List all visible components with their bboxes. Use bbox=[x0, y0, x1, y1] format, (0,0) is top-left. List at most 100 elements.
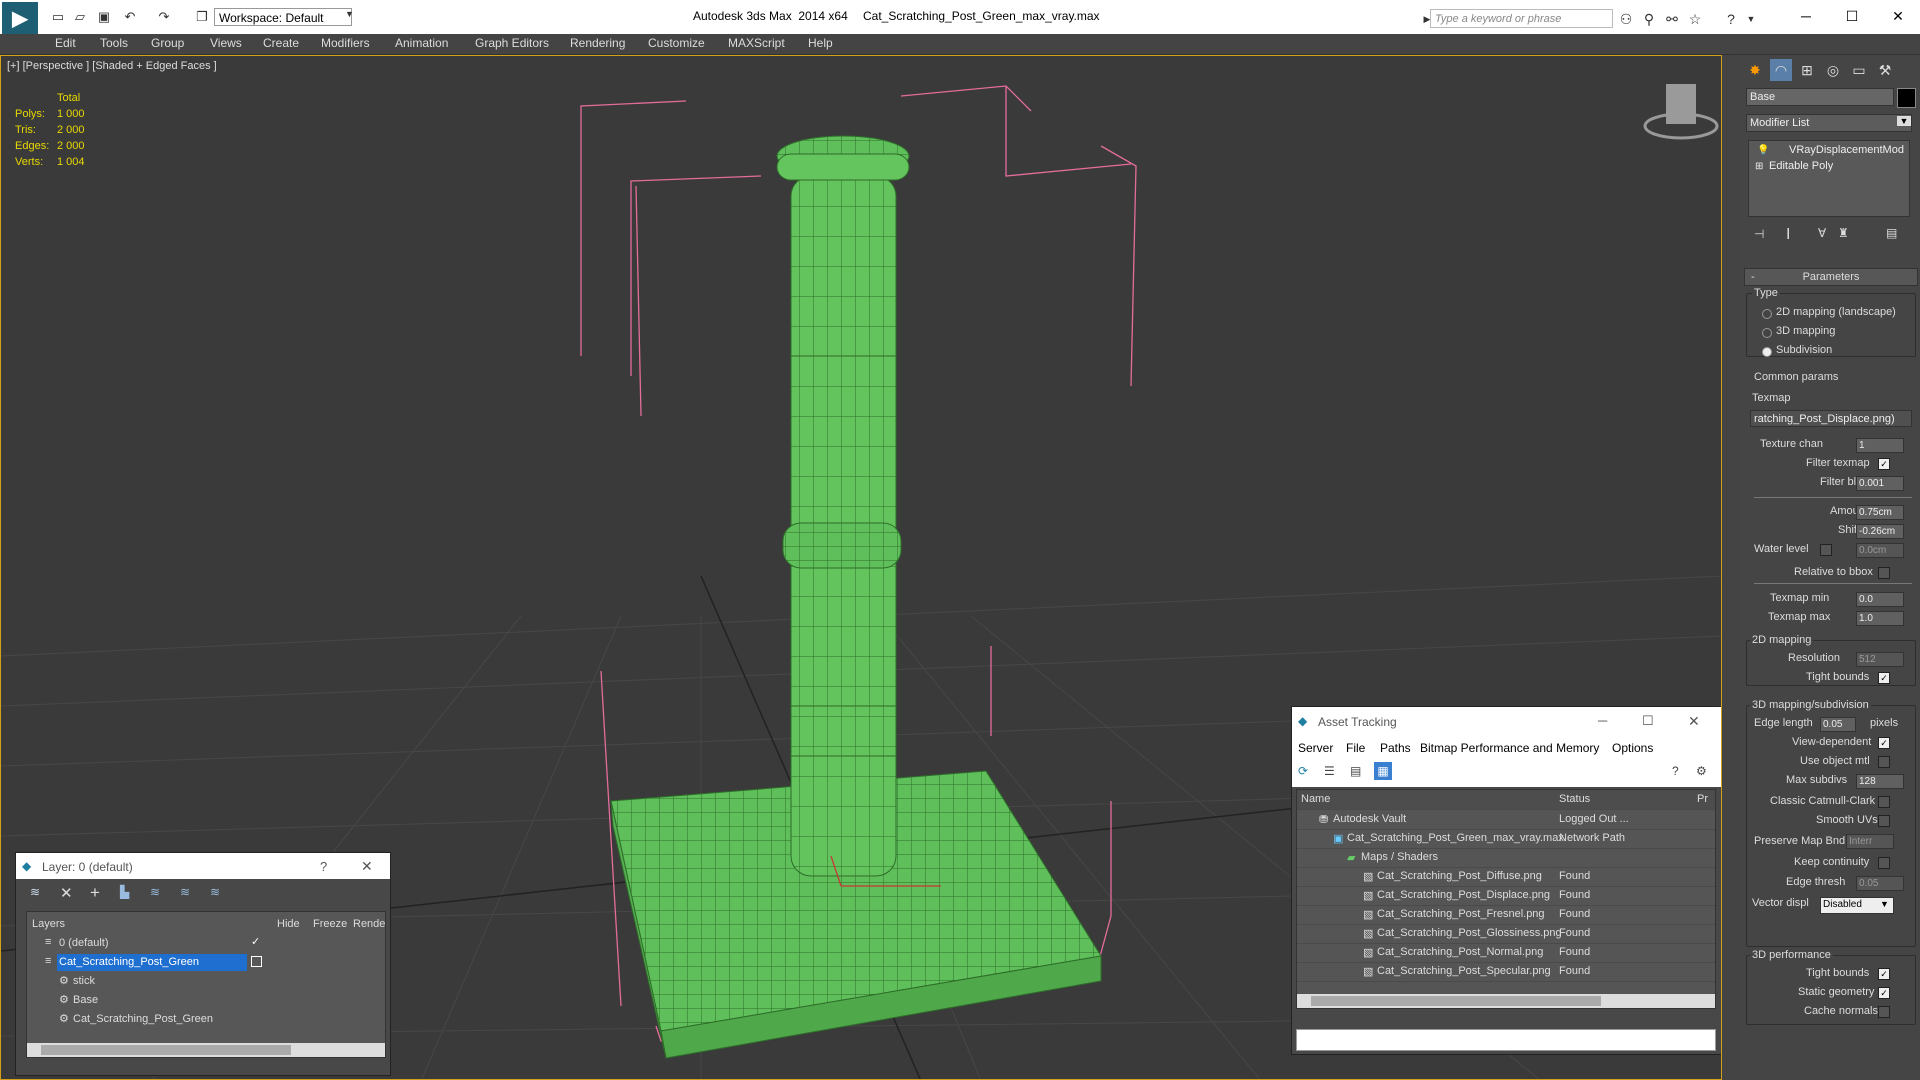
column-header-freeze[interactable]: Freeze bbox=[313, 918, 347, 930]
menu-bitmap-performance[interactable]: Bitmap Performance and Memory bbox=[1420, 741, 1599, 755]
asset-window-titlebar[interactable]: ◆ Asset Tracking ─ ☐ ✕ bbox=[1292, 707, 1721, 737]
hierarchy-tab-icon[interactable]: ⊞ bbox=[1796, 59, 1818, 81]
object-color-swatch[interactable] bbox=[1897, 88, 1916, 108]
column-header-render[interactable]: Rende bbox=[353, 918, 385, 930]
search-input[interactable]: Type a keyword or phrase bbox=[1430, 9, 1613, 28]
menu-customize[interactable]: Customize bbox=[648, 36, 705, 50]
asset-row[interactable]: ▧ Cat_Scratching_Post_Displace.png Found bbox=[1297, 886, 1715, 906]
radio-subdivision[interactable] bbox=[1762, 347, 1772, 357]
column-header-proxy[interactable]: Pr bbox=[1697, 793, 1708, 805]
radio-2d-mapping[interactable] bbox=[1762, 309, 1772, 319]
close-icon[interactable]: ✕ bbox=[1688, 713, 1700, 730]
modifier-stack-item[interactable]: ⊞ Editable Poly bbox=[1749, 159, 1909, 174]
close-icon[interactable]: ✕ bbox=[361, 858, 373, 875]
lightbulb-icon[interactable]: 💡 bbox=[1757, 143, 1769, 158]
minimize-button[interactable]: ─ bbox=[1788, 4, 1824, 28]
column-header-status[interactable]: Status bbox=[1559, 793, 1590, 805]
static-geometry-checkbox[interactable]: ✓ bbox=[1878, 987, 1890, 999]
resolution-spinner[interactable]: 512 bbox=[1856, 652, 1904, 667]
filter-blur-spinner[interactable]: 0.001 bbox=[1856, 476, 1904, 491]
texmap-min-spinner[interactable]: 0.0 bbox=[1856, 592, 1904, 607]
menu-rendering[interactable]: Rendering bbox=[570, 36, 625, 50]
maximize-button[interactable]: ☐ bbox=[1642, 713, 1654, 729]
create-tab-icon[interactable]: ✸ bbox=[1744, 59, 1766, 81]
refresh-icon[interactable]: ⟳ bbox=[1298, 764, 1308, 778]
open-file-icon[interactable]: ▱ bbox=[72, 9, 88, 25]
help-icon[interactable]: ? bbox=[1672, 764, 1679, 778]
asset-row[interactable]: ▧ Cat_Scratching_Post_Glossiness.png Fou… bbox=[1297, 924, 1715, 944]
layer-row[interactable]: ≡ Cat_Scratching_Post_Green bbox=[27, 953, 385, 972]
make-unique-icon[interactable]: ∀ bbox=[1818, 226, 1826, 240]
new-layer-icon[interactable]: ≋ bbox=[30, 885, 40, 899]
tight-bounds-checkbox[interactable]: ✓ bbox=[1878, 672, 1890, 684]
menu-server[interactable]: Server bbox=[1298, 741, 1333, 755]
menu-paths[interactable]: Paths bbox=[1380, 741, 1411, 755]
amount-spinner[interactable]: 0.75cm bbox=[1856, 505, 1904, 520]
asset-row[interactable]: ▧ Cat_Scratching_Post_Normal.png Found bbox=[1297, 943, 1715, 963]
menu-edit[interactable]: Edit bbox=[55, 36, 76, 50]
modifier-list-dropdown[interactable]: Modifier List bbox=[1746, 114, 1912, 132]
asset-row[interactable]: ⛃ Autodesk Vault Logged Out ... bbox=[1297, 810, 1715, 830]
cache-normals-checkbox[interactable] bbox=[1878, 1006, 1890, 1018]
list-view-icon[interactable]: ☰ bbox=[1324, 764, 1335, 778]
modifier-stack-item[interactable]: 💡 VRayDisplacementMod bbox=[1749, 143, 1909, 158]
show-end-result-icon[interactable]: Ⅰ bbox=[1786, 225, 1790, 243]
close-button[interactable]: ✕ bbox=[1880, 4, 1916, 28]
viewport-label[interactable]: [+] [Perspective ] [Shaded + Edged Faces… bbox=[7, 60, 217, 72]
checkmark-icon[interactable]: ✓ bbox=[251, 935, 260, 948]
asset-row[interactable]: ▧ Cat_Scratching_Post_Diffuse.png Found bbox=[1297, 867, 1715, 887]
subscription-icon[interactable]: ⚲ bbox=[1640, 10, 1658, 28]
layer-row[interactable]: ≡ 0 (default) ✓ bbox=[27, 934, 385, 953]
asset-row[interactable]: ▰ Maps / Shaders bbox=[1297, 848, 1715, 868]
workspace-dropdown[interactable]: Workspace: Default bbox=[214, 8, 352, 26]
texture-chan-spinner[interactable]: 1 bbox=[1856, 438, 1904, 453]
menu-graph-editors[interactable]: Graph Editors bbox=[475, 36, 549, 50]
radio-3d-mapping[interactable] bbox=[1762, 328, 1772, 338]
pin-stack-icon[interactable]: ⊣ bbox=[1754, 227, 1764, 241]
minimize-button[interactable]: ─ bbox=[1598, 713, 1607, 728]
texmap-max-spinner[interactable]: 1.0 bbox=[1856, 611, 1904, 626]
help-button[interactable]: ? bbox=[320, 859, 327, 874]
asset-row[interactable]: ▧ Cat_Scratching_Post_Specular.png Found bbox=[1297, 962, 1715, 982]
motion-tab-icon[interactable]: ◎ bbox=[1822, 59, 1844, 81]
utilities-tab-icon[interactable]: ⚒ bbox=[1874, 59, 1896, 81]
horizontal-scrollbar[interactable] bbox=[1297, 994, 1715, 1008]
select-objects-icon[interactable]: ▙ bbox=[120, 885, 129, 899]
menu-modifiers[interactable]: Modifiers bbox=[321, 36, 370, 50]
classic-catmull-checkbox[interactable] bbox=[1878, 796, 1890, 808]
layer-row[interactable]: ⚙ stick bbox=[27, 972, 385, 991]
layer-row[interactable]: ⚙ Cat_Scratching_Post_Green bbox=[27, 1010, 385, 1029]
display-tab-icon[interactable]: ▭ bbox=[1848, 59, 1870, 81]
layer-row[interactable]: ⚙ Base bbox=[27, 991, 385, 1010]
edge-length-spinner[interactable]: 0.05 bbox=[1820, 717, 1856, 732]
column-header-layers[interactable]: Layers bbox=[32, 918, 65, 930]
communication-icon[interactable]: ⚯ bbox=[1663, 10, 1681, 28]
freeze-all-icon[interactable]: ≋ bbox=[210, 885, 220, 899]
hide-all-icon[interactable]: ≋ bbox=[180, 885, 190, 899]
new-file-icon[interactable]: ▭ bbox=[50, 9, 66, 25]
water-level-spinner[interactable]: 0.0cm bbox=[1856, 543, 1904, 558]
modify-tab-icon[interactable]: ◠ bbox=[1770, 59, 1792, 81]
smooth-uvs-checkbox[interactable] bbox=[1878, 815, 1890, 827]
parameters-rollout-header[interactable]: - Parameters bbox=[1744, 268, 1918, 286]
scrollbar-thumb[interactable] bbox=[1311, 996, 1601, 1006]
configure-sets-icon[interactable]: ▤ bbox=[1886, 226, 1897, 240]
current-layer-checkbox[interactable] bbox=[251, 956, 262, 967]
shift-spinner[interactable]: -0.26cm bbox=[1856, 524, 1904, 539]
menu-create[interactable]: Create bbox=[263, 36, 299, 50]
chevron-down-icon[interactable]: ▼ bbox=[1897, 116, 1911, 126]
use-object-mtl-checkbox[interactable] bbox=[1878, 756, 1890, 768]
redo-icon[interactable]: ↷ bbox=[156, 9, 172, 25]
menu-tools[interactable]: Tools bbox=[100, 36, 128, 50]
settings-icon[interactable]: ⚙ bbox=[1696, 764, 1707, 778]
menu-animation[interactable]: Animation bbox=[395, 36, 448, 50]
menu-file[interactable]: File bbox=[1346, 741, 1365, 755]
add-to-layer-icon[interactable]: + bbox=[90, 883, 100, 903]
remove-modifier-icon[interactable]: ♜ bbox=[1838, 226, 1849, 240]
column-header-name[interactable]: Name bbox=[1301, 793, 1330, 805]
layer-window-titlebar[interactable]: ◆ Layer: 0 (default) ? ✕ bbox=[16, 853, 390, 879]
asset-row[interactable]: ▧ Cat_Scratching_Post_Fresnel.png Found bbox=[1297, 905, 1715, 925]
chevron-down-icon[interactable]: ▼ bbox=[1880, 899, 1889, 909]
app-logo-button[interactable]: ▶ bbox=[2, 2, 38, 34]
save-file-icon[interactable]: ▣ bbox=[96, 9, 112, 25]
